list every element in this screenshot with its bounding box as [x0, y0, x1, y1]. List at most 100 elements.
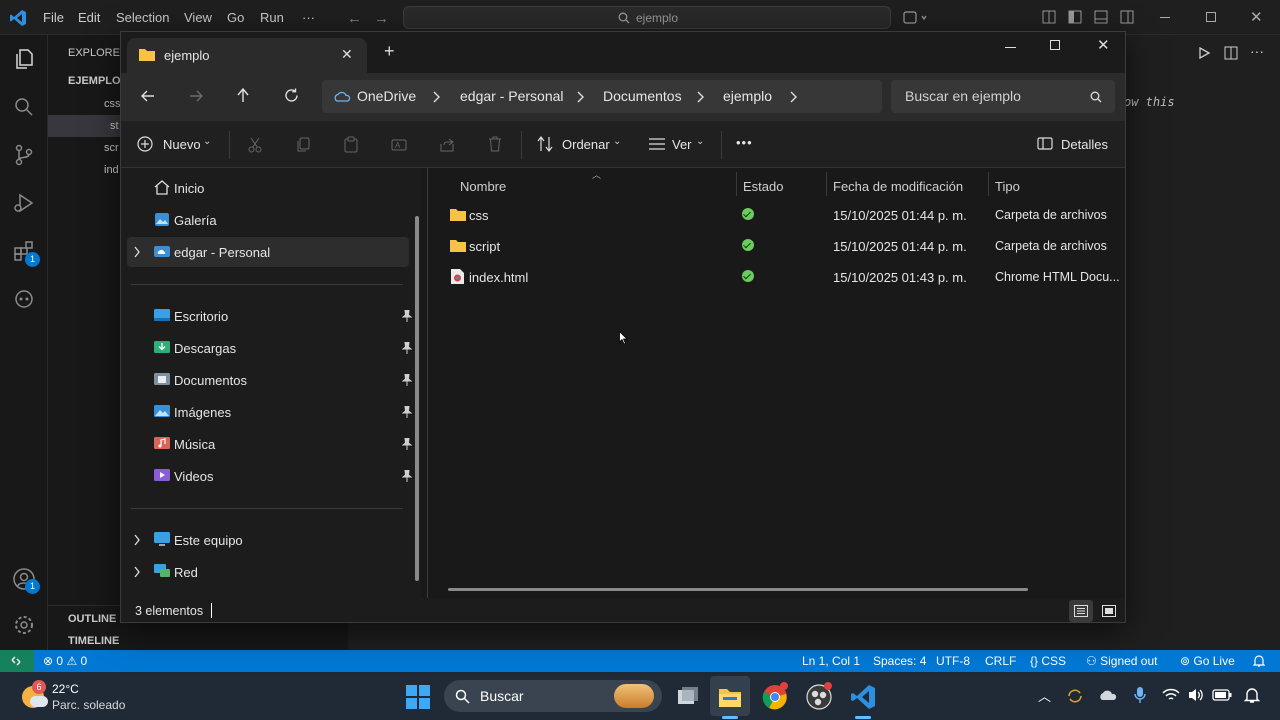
column-header-nombre[interactable]: Nombre	[460, 179, 506, 194]
vscode-logo-icon[interactable]	[9, 9, 27, 27]
menu-more[interactable]: ···	[302, 10, 315, 25]
chevron-right-icon[interactable]	[133, 566, 141, 578]
remote-indicator[interactable]	[0, 650, 34, 672]
address-bar[interactable]: OneDrive edgar - Personal Documentos eje…	[322, 80, 882, 113]
pin-icon[interactable]	[402, 310, 412, 322]
start-button-icon[interactable]	[405, 684, 431, 710]
menu-run[interactable]: Run	[260, 10, 284, 25]
nav-item-edgar-personal[interactable]: edgar - Personal	[127, 237, 409, 267]
copilot-chat-icon[interactable]	[12, 287, 36, 311]
go-live-button[interactable]: ⊚ Go Live	[1180, 654, 1235, 668]
vs-restore-icon[interactable]	[1206, 12, 1216, 22]
up-icon[interactable]	[236, 88, 250, 103]
breadcrumb-personal[interactable]: edgar - Personal	[460, 88, 564, 104]
search-activity-icon[interactable]	[12, 95, 36, 119]
nav-item-este-equipo[interactable]: Este equipo	[127, 525, 409, 555]
column-header-fecha[interactable]: Fecha de modificación	[833, 179, 963, 194]
pin-icon[interactable]	[402, 342, 412, 354]
back-icon[interactable]	[141, 89, 155, 103]
outline-header[interactable]: OUTLINE	[68, 613, 116, 625]
copilot-icon[interactable]	[903, 10, 927, 26]
chevron-right-icon[interactable]	[432, 90, 442, 104]
column-header-tipo[interactable]: Tipo	[995, 179, 1020, 194]
wifi-icon[interactable]	[1162, 687, 1180, 703]
delete-icon[interactable]	[488, 136, 502, 152]
new-tab-icon[interactable]: +	[384, 42, 395, 60]
volume-icon[interactable]	[1187, 687, 1205, 703]
timeline-header[interactable]: TIMELINE	[68, 635, 119, 647]
nav-scrollbar[interactable]	[415, 216, 419, 581]
horizontal-scrollbar[interactable]	[448, 588, 1028, 591]
table-row[interactable]: css 15/10/2025 01:44 p. m. Carpeta de ar…	[439, 199, 1119, 230]
column-header-estado[interactable]: Estado	[743, 179, 783, 194]
new-button[interactable]: Nuevo ⌄	[135, 132, 215, 156]
tree-item-css[interactable]: css	[104, 98, 121, 110]
details-button[interactable]: Detalles	[1035, 132, 1115, 156]
command-center-search[interactable]: ejemplo	[403, 6, 891, 29]
run-debug-icon[interactable]	[12, 191, 36, 215]
microphone-icon[interactable]	[1133, 686, 1147, 704]
menu-go[interactable]: Go	[227, 10, 244, 25]
paste-icon[interactable]	[344, 136, 358, 153]
share-icon[interactable]	[439, 137, 455, 152]
problems-indicator[interactable]: ⊗ 0 ⚠ 0	[43, 654, 87, 668]
vs-minimize-icon[interactable]	[1160, 17, 1170, 18]
chevron-right-icon[interactable]	[696, 90, 706, 104]
column-divider[interactable]	[826, 172, 827, 196]
table-row[interactable]: index.html 15/10/2025 01:43 p. m. Chrome…	[439, 261, 1120, 292]
layout-customize-icon[interactable]	[1042, 10, 1056, 24]
toggle-sidebar-icon[interactable]	[1068, 10, 1082, 24]
sync-icon[interactable]	[1066, 687, 1084, 705]
language-mode[interactable]: {} CSS	[1030, 654, 1066, 668]
details-view-toggle[interactable]	[1069, 600, 1093, 622]
menu-selection[interactable]: Selection	[116, 10, 169, 25]
column-divider[interactable]	[988, 172, 989, 196]
indentation[interactable]: Spaces: 4	[873, 654, 926, 668]
chevron-right-icon[interactable]	[789, 90, 799, 104]
battery-icon[interactable]	[1212, 689, 1232, 701]
settings-gear-icon[interactable]	[12, 613, 36, 637]
maximize-icon[interactable]	[1050, 40, 1060, 50]
column-divider[interactable]	[736, 172, 737, 196]
chevron-right-icon[interactable]	[133, 534, 141, 546]
more-actions-icon[interactable]: ···	[1250, 43, 1264, 59]
nav-item-imagenes[interactable]: Imágenes	[127, 397, 412, 427]
forward-arrow-icon[interactable]: →	[374, 10, 389, 27]
copy-icon[interactable]	[296, 137, 310, 153]
minimize-icon[interactable]	[1005, 47, 1016, 48]
notification-center-icon[interactable]	[1244, 686, 1260, 704]
menu-file[interactable]: File	[43, 10, 64, 25]
nav-item-galeria[interactable]: Galería	[127, 205, 409, 235]
tree-item-index[interactable]: ind	[104, 164, 119, 176]
back-arrow-icon[interactable]: ←	[347, 10, 362, 27]
chevron-right-icon[interactable]	[576, 90, 586, 104]
sort-button[interactable]: Ordenar ⌄	[535, 132, 625, 156]
nav-item-escritorio[interactable]: Escritorio	[127, 301, 412, 331]
explorer-tab[interactable]: ejemplo ✕	[127, 38, 367, 73]
vscode-taskbar-icon[interactable]	[850, 684, 876, 710]
cut-icon[interactable]	[248, 137, 262, 153]
tree-item-style[interactable]: st	[110, 120, 119, 132]
menu-edit[interactable]: Edit	[78, 10, 100, 25]
notifications-bell-icon[interactable]	[1253, 654, 1265, 668]
explorer-search-box[interactable]: Buscar en ejemplo	[891, 80, 1115, 113]
run-icon[interactable]	[1198, 47, 1210, 59]
cursor-position[interactable]: Ln 1, Col 1	[802, 654, 860, 668]
account-status[interactable]: ⚇ Signed out	[1086, 654, 1158, 668]
rename-icon[interactable]: A	[391, 137, 407, 152]
chevron-right-icon[interactable]	[133, 246, 141, 258]
tab-close-icon[interactable]: ✕	[341, 46, 353, 63]
close-window-icon[interactable]: ✕	[1097, 36, 1110, 54]
nav-item-inicio[interactable]: Inicio	[127, 173, 409, 203]
pin-icon[interactable]	[402, 374, 412, 386]
more-options-button[interactable]: •••	[736, 135, 753, 150]
taskbar-search-box[interactable]: Buscar	[444, 680, 662, 712]
nav-item-red[interactable]: Red	[127, 557, 409, 587]
breadcrumb-onedrive[interactable]: OneDrive	[357, 88, 416, 104]
view-button[interactable]: Ver ⌄	[648, 132, 708, 156]
project-name[interactable]: EJEMPLO	[68, 75, 121, 87]
menu-view[interactable]: View	[184, 10, 212, 25]
pin-icon[interactable]	[402, 470, 412, 482]
pin-icon[interactable]	[402, 438, 412, 450]
file-explorer-taskbar-icon[interactable]	[717, 684, 743, 710]
